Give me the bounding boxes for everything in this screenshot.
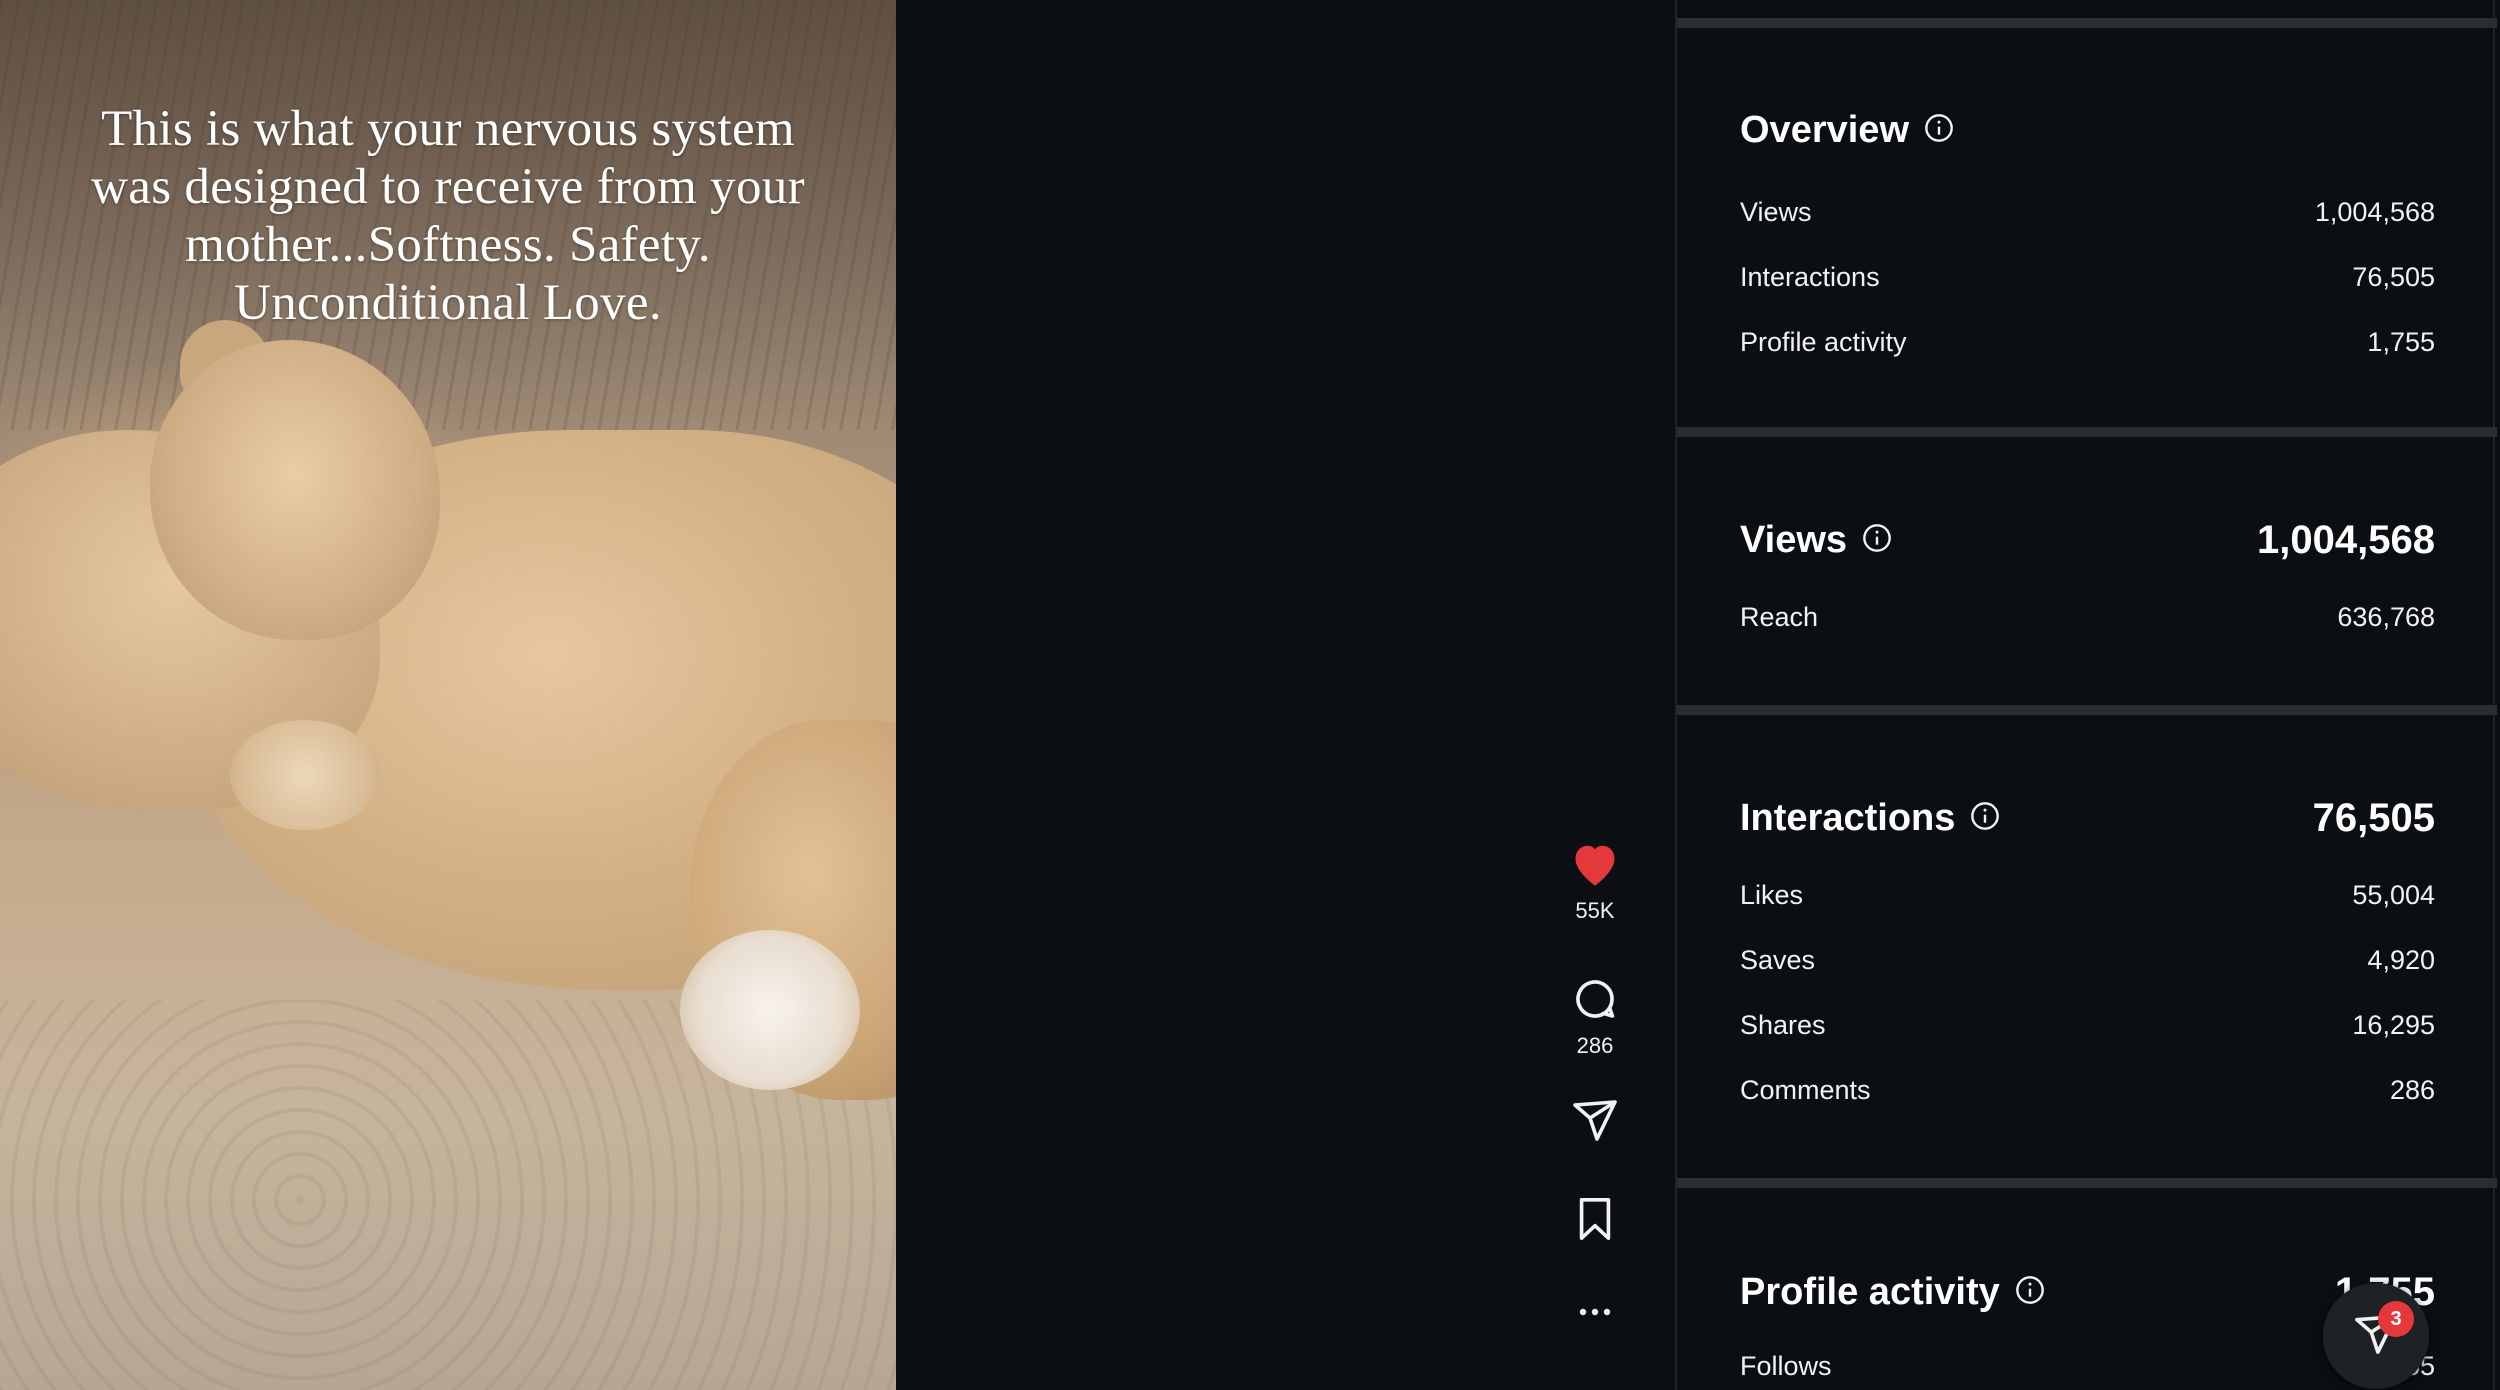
overview-title: Overview (1740, 108, 1909, 151)
post-media[interactable]: This is what your nervous system was des… (0, 0, 896, 1390)
info-icon[interactable] (1923, 112, 1955, 149)
interactions-title: Interactions (1740, 796, 1956, 839)
cub-paw (230, 720, 380, 830)
info-icon[interactable] (1969, 800, 2001, 837)
like-button[interactable]: 55K (1540, 840, 1650, 924)
metric-label: Likes (1740, 880, 1804, 910)
interactions-row-likes: Likes 55,004 (1740, 863, 2435, 928)
metric-label: Saves (1740, 945, 1816, 975)
views-section: Views 1,004,568 Reach 636,768 (1740, 510, 2435, 650)
views-row-reach: Reach 636,768 (1740, 585, 2435, 650)
notification-badge: 3 (2378, 1301, 2414, 1337)
views-total: 1,004,568 (2257, 517, 2435, 562)
comment-bubble-icon (1571, 975, 1619, 1023)
profile-activity-title: Profile activity (1740, 1270, 2000, 1313)
section-divider (1677, 705, 2497, 715)
metric-value: 55,004 (2352, 880, 2435, 910)
more-dots-icon (1575, 1306, 1615, 1318)
likes-count: 55K (1575, 898, 1615, 923)
metric-label: Interactions (1740, 262, 1880, 292)
overview-header: Overview (1740, 100, 2435, 160)
views-header: Views 1,004,568 (1740, 510, 2435, 570)
interactions-row-comments: Comments 286 (1740, 1058, 2435, 1123)
section-divider (1677, 427, 2497, 437)
metric-value: 1,755 (2367, 327, 2435, 357)
bookmark-icon (1575, 1196, 1615, 1242)
metric-label: Reach (1740, 602, 1819, 632)
metric-label: Follows (1740, 1351, 1832, 1381)
messages-button[interactable] (2323, 1283, 2429, 1389)
paper-plane-icon (1571, 1098, 1619, 1142)
metric-value: 636,768 (2337, 602, 2435, 632)
section-divider (1677, 1178, 2497, 1188)
heart-filled-icon (1569, 840, 1621, 888)
lioness-muzzle (680, 930, 860, 1090)
overview-row-interactions: Interactions 76,505 (1740, 245, 2435, 310)
insights-panel[interactable]: Overview Views 1,004,568 Interactions 76… (1675, 0, 2497, 1390)
metric-value: 286 (2389, 1075, 2435, 1105)
save-button[interactable] (1540, 1196, 1650, 1242)
overview-row-views: Views 1,004,568 (1740, 180, 2435, 245)
share-button[interactable] (1540, 1098, 1650, 1142)
comments-count: 286 (1576, 1033, 1614, 1058)
views-title: Views (1740, 518, 1848, 561)
info-icon[interactable] (1861, 522, 1893, 559)
metric-value: 16,295 (2352, 1010, 2435, 1040)
interactions-section: Interactions 76,505 Likes 55,004 Saves 4… (1740, 788, 2435, 1123)
metric-value: 76,505 (2352, 262, 2435, 292)
section-divider (1677, 18, 2497, 28)
overview-row-profile-activity: Profile activity 1,755 (1740, 310, 2435, 375)
metric-label: Shares (1740, 1010, 1826, 1040)
metric-value: 4,920 (2367, 945, 2435, 975)
interactions-row-shares: Shares 16,295 (1740, 993, 2435, 1058)
more-options-button[interactable] (1540, 1306, 1650, 1318)
interactions-header: Interactions 76,505 (1740, 788, 2435, 848)
post-caption: This is what your nervous system was des… (91, 101, 805, 331)
metric-label: Comments (1740, 1075, 1871, 1105)
overview-section: Overview Views 1,004,568 Interactions 76… (1740, 100, 2435, 375)
interactions-total: 76,505 (2312, 795, 2435, 840)
info-icon[interactable] (2014, 1274, 2046, 1311)
metric-label: Profile activity (1740, 327, 1907, 357)
comment-button[interactable]: 286 (1540, 975, 1650, 1059)
metric-value: 1,004,568 (2314, 197, 2435, 227)
metric-label: Views (1740, 197, 1812, 227)
interactions-row-saves: Saves 4,920 (1740, 928, 2435, 993)
